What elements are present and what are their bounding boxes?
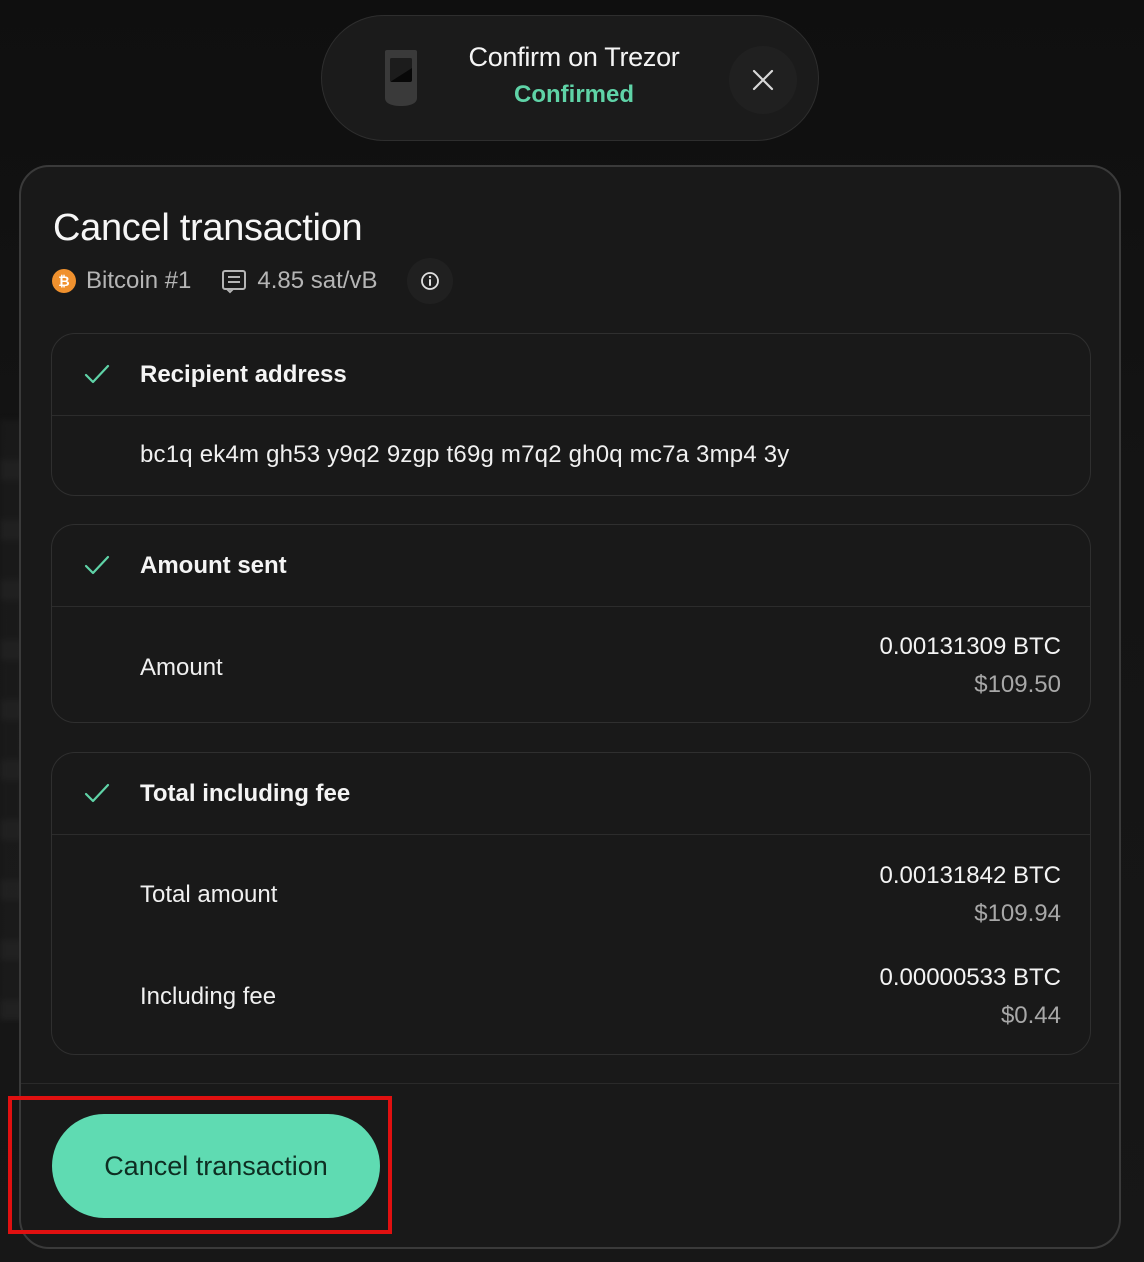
cancel-transaction-card: Cancel transaction ₿ Bitcoin #1 4.85 sat… [19,165,1121,1249]
info-button[interactable] [407,258,454,304]
recipient-section-header: Recipient address [52,334,1090,416]
total-section-header: Total including fee [52,753,1090,835]
device-prompt-status: Confirmed [514,81,634,108]
close-icon [752,69,774,91]
check-icon [84,364,110,384]
device-prompt-title: Confirm on Trezor [468,42,680,72]
amount-values: 0.00131309 BTC $109.50 [880,633,1061,699]
amount-fiat: $109.50 [974,671,1061,698]
bitcoin-icon: ₿ [52,269,76,293]
page-title: Cancel transaction [53,207,363,249]
fee-values: 0.00000533 BTC $0.44 [880,964,1061,1030]
check-icon [84,783,110,803]
footer-divider [21,1083,1119,1084]
amount-label: Amount [140,654,223,681]
amount-crypto: 0.00131309 BTC [879,633,1061,660]
account-name: Bitcoin #1 [86,267,192,294]
amount-sent-section: Amount sent Amount 0.00131309 BTC $109.5… [51,524,1091,723]
fee-label: Including fee [140,983,277,1010]
total-fiat: $109.94 [974,900,1061,927]
close-button[interactable] [729,46,797,114]
recipient-heading: Recipient address [140,361,347,388]
cancel-transaction-button[interactable]: Cancel transaction [52,1114,380,1218]
device-confirm-pill: Confirm on Trezor Confirmed [321,15,819,141]
info-icon [421,272,440,290]
total-amount-values: 0.00131842 BTC $109.94 [880,862,1061,928]
check-icon [84,555,110,575]
total-crypto: 0.00131842 BTC [879,862,1061,889]
fee-crypto: 0.00000533 BTC [879,964,1061,991]
amount-sent-heading: Amount sent [140,552,287,579]
total-amount-label: Total amount [140,881,278,908]
fee-fiat: $0.44 [1000,1002,1061,1029]
receipt-icon [222,270,247,294]
total-heading: Total including fee [140,780,351,807]
total-section: Total including fee Total amount 0.00131… [51,752,1091,1055]
device-prompt-text: Confirm on Trezor Confirmed [462,42,686,109]
recipient-section: Recipient address bc1q ek4m gh53 y9q2 9z… [51,333,1091,496]
transaction-meta: ₿ Bitcoin #1 4.85 sat/vB [52,258,454,304]
trezor-device-icon [385,50,417,106]
amount-sent-section-header: Amount sent [52,525,1090,607]
recipient-address: bc1q ek4m gh53 y9q2 9zgp t69g m7q2 gh0q … [140,441,790,468]
fee-rate: 4.85 sat/vB [257,267,378,294]
